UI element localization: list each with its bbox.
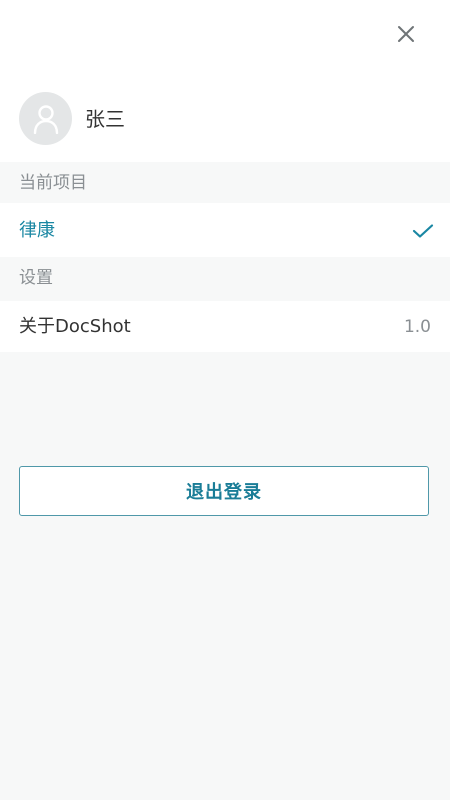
checkmark-icon (412, 224, 434, 238)
logout-button[interactable]: 退出登录 (19, 466, 429, 516)
project-item-selected[interactable]: 律康 (0, 203, 450, 257)
settings-section-header: 设置 (0, 257, 450, 298)
current-project-section-header: 当前项目 (0, 162, 450, 203)
version-text: 1.0 (403, 317, 431, 337)
about-item[interactable]: 关于DocShot 1.0 (0, 301, 450, 352)
close-icon (398, 26, 414, 42)
settings-section-title: 设置 (19, 268, 53, 288)
profile-header: 张三 (0, 0, 450, 162)
close-button[interactable] (390, 18, 422, 50)
avatar[interactable] (19, 92, 72, 145)
user-avatar-icon (33, 104, 58, 134)
user-name: 张三 (85, 107, 125, 131)
project-name: 律康 (19, 220, 55, 241)
about-label: 关于DocShot (19, 316, 131, 337)
current-project-section-title: 当前项目 (19, 173, 87, 193)
